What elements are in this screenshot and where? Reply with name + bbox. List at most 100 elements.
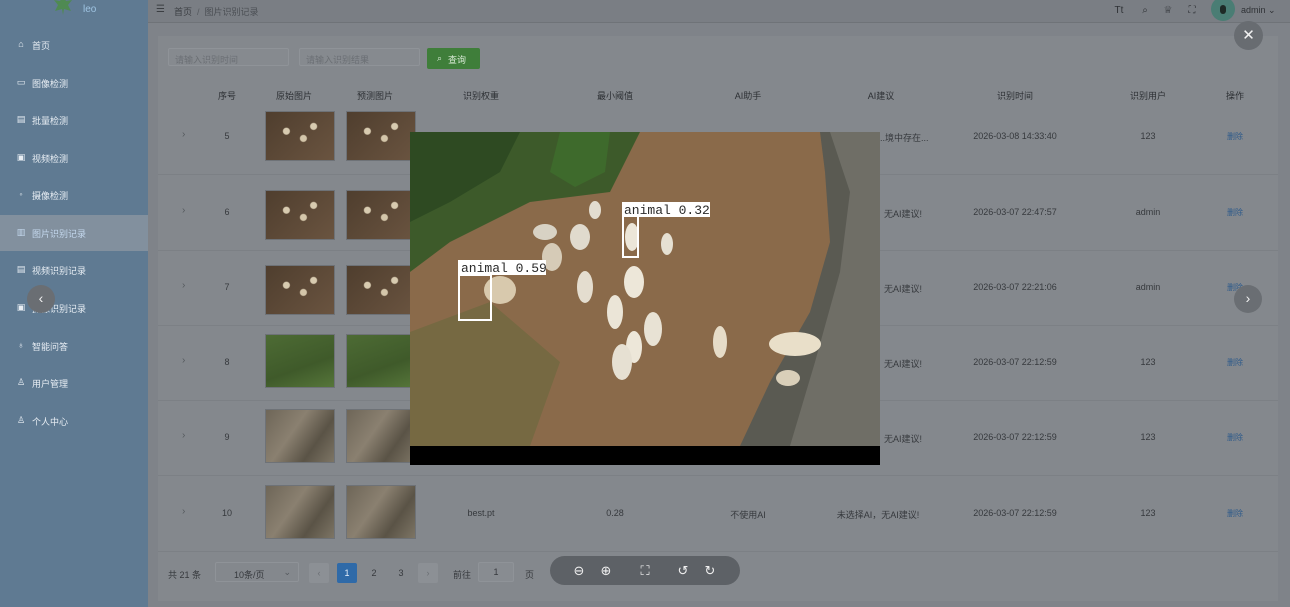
result-search-input[interactable]: 请输入识别结果 [299, 48, 420, 66]
page-button-1[interactable]: 1 [337, 563, 357, 583]
original-image-thumbnail[interactable] [265, 111, 335, 161]
delete-link[interactable]: 删除 [1227, 207, 1243, 218]
cell-user: 123 [1140, 131, 1156, 141]
sidebar-item-camera-detect[interactable]: ◦ 摄像检测 [0, 177, 148, 213]
zoom-out-icon[interactable]: ⊖ [570, 562, 588, 580]
page-button-3[interactable]: 3 [391, 563, 411, 583]
expand-row-icon[interactable]: › [182, 129, 185, 140]
predicted-image-thumbnail[interactable] [346, 409, 416, 463]
video-icon: ▣ [16, 152, 26, 162]
cell-index: 10 [221, 508, 233, 518]
expand-row-icon[interactable]: › [182, 506, 185, 517]
prev-image-button[interactable]: ‹ [27, 285, 55, 313]
sidebar-item-label: 首页 [32, 41, 51, 51]
sidebar-item-home[interactable]: ⌂ 首页 [0, 27, 148, 63]
sidebar-item-label: 图片识别记录 [32, 229, 87, 239]
expand-row-icon[interactable]: › [182, 205, 185, 216]
breadcrumb-separator: / [197, 7, 200, 17]
logo[interactable]: leo [0, 0, 148, 22]
original-image-thumbnail[interactable] [265, 409, 335, 463]
delete-link[interactable]: 删除 [1227, 357, 1243, 368]
expand-row-icon[interactable]: › [182, 355, 185, 366]
sidebar-item-label: 智能问答 [32, 342, 69, 352]
cell-ai-helper: 不使用AI [730, 510, 766, 520]
fit-screen-icon[interactable]: ⛶ [636, 562, 654, 580]
zoom-in-icon[interactable]: ⊕ [597, 562, 615, 580]
pagination-total: 共 21 条 [168, 570, 202, 580]
delete-link[interactable]: 删除 [1227, 508, 1243, 519]
sidebar-item-camera-records[interactable]: ▣ 摄像识别记录 [0, 290, 148, 326]
image-preview[interactable]: animal 0.59 animal 0.32 [410, 132, 880, 465]
cell-index: 8 [224, 357, 230, 367]
close-viewer-button[interactable]: ✕ [1234, 21, 1263, 50]
user-icon: ♙ [16, 377, 26, 387]
search-icon[interactable]: ⌕ [1138, 4, 1152, 18]
table-row: › 10 best.pt 0.28 不使用AI 未选择AI，无AI建议! 202… [158, 476, 1278, 552]
rotate-left-icon[interactable]: ↺ [674, 562, 692, 580]
sidebar-item-label: 视频检测 [32, 154, 69, 164]
avatar[interactable] [1211, 0, 1235, 21]
leaf-logo-icon [54, 0, 72, 15]
predicted-image-thumbnail[interactable] [346, 190, 416, 240]
sidebar-item-user-management[interactable]: ♙ 用户管理 [0, 365, 148, 401]
cell-index: 9 [224, 432, 230, 442]
input-placeholder: 请输入识别时间 [175, 55, 239, 65]
menu-toggle-icon[interactable]: ☰ [156, 4, 165, 15]
sidebar-item-image-records[interactable]: ▥ 图片识别记录 [0, 215, 148, 251]
goto-page-input[interactable]: 1 [478, 562, 514, 582]
cell-user: admin [1135, 207, 1161, 217]
breadcrumb-home[interactable]: 首页 [174, 7, 192, 17]
prev-page-button[interactable]: ‹ [309, 563, 329, 583]
image-icon: ▭ [16, 77, 26, 87]
cell-weight: best.pt [467, 508, 495, 518]
sidebar-item-qa[interactable]: ♁ 智能问答 [0, 328, 148, 364]
delete-link[interactable]: 删除 [1227, 432, 1243, 443]
sidebar-item-video-detect[interactable]: ▣ 视频检测 [0, 140, 148, 176]
batch-icon: ▤ [16, 114, 26, 124]
cell-time: 2026-03-07 22:12:59 [973, 357, 1057, 367]
cell-time: 2026-03-07 22:12:59 [973, 508, 1057, 518]
predicted-image-thumbnail[interactable] [346, 111, 416, 161]
cell-index: 6 [224, 207, 230, 217]
page-size-value: 10条/页 [234, 570, 265, 580]
cell-threshold: 0.28 [606, 508, 624, 518]
cell-time: 2026-03-08 14:33:40 [973, 131, 1057, 141]
record-icon: ▥ [16, 227, 26, 237]
chevron-left-icon: ‹ [38, 290, 44, 306]
time-search-input[interactable]: 请输入识别时间 [168, 48, 289, 66]
search-icon: ⌕ [437, 53, 443, 63]
sidebar-item-batch-detect[interactable]: ▤ 批量检测 [0, 102, 148, 138]
sidebar-item-video-records[interactable]: ▤ 视频识别记录 [0, 252, 148, 288]
cell-ai-suggestion: 无AI建议! [883, 434, 923, 444]
font-size-icon[interactable]: Tt [1112, 4, 1126, 18]
delete-link[interactable]: 删除 [1227, 131, 1243, 142]
expand-row-icon[interactable]: › [182, 430, 185, 441]
theme-shirt-icon[interactable]: ♕ [1161, 4, 1175, 18]
logo-text: leo [83, 4, 97, 15]
query-button[interactable]: ⌕ 查询 [427, 48, 480, 69]
page-button-2[interactable]: 2 [364, 563, 384, 583]
cell-time: 2026-03-07 22:47:57 [973, 207, 1057, 217]
rotate-right-icon[interactable]: ↻ [701, 562, 719, 580]
original-image-thumbnail[interactable] [265, 190, 335, 240]
predicted-image-thumbnail[interactable] [346, 265, 416, 315]
fullscreen-icon[interactable]: ⛶ [1185, 4, 1199, 18]
original-image-thumbnail[interactable] [265, 334, 335, 388]
username-dropdown[interactable]: admin ⌄ [1241, 5, 1276, 16]
next-image-button[interactable]: › [1234, 285, 1262, 313]
breadcrumb-current: 图片识别记录 [204, 7, 259, 17]
breadcrumb: 首页 / 图片识别记录 [174, 5, 259, 18]
next-page-button[interactable]: › [418, 563, 438, 583]
predicted-image-thumbnail[interactable] [346, 334, 416, 388]
cell-ai-suggestion: 未选择AI，无AI建议! [836, 510, 920, 520]
sidebar-item-profile[interactable]: ♙ 个人中心 [0, 403, 148, 439]
cell-ai-suggestion: 无AI建议! [883, 209, 923, 219]
predicted-image-thumbnail[interactable] [346, 485, 416, 539]
page-size-select[interactable]: 10条/页 ⌄ [215, 562, 299, 582]
original-image-thumbnail[interactable] [265, 265, 335, 315]
expand-row-icon[interactable]: › [182, 280, 185, 291]
sidebar-item-image-detect[interactable]: ▭ 图像检测 [0, 65, 148, 101]
original-image-thumbnail[interactable] [265, 485, 335, 539]
input-placeholder: 请输入识别结果 [306, 55, 370, 65]
sidebar-item-label: 图像检测 [32, 79, 69, 89]
